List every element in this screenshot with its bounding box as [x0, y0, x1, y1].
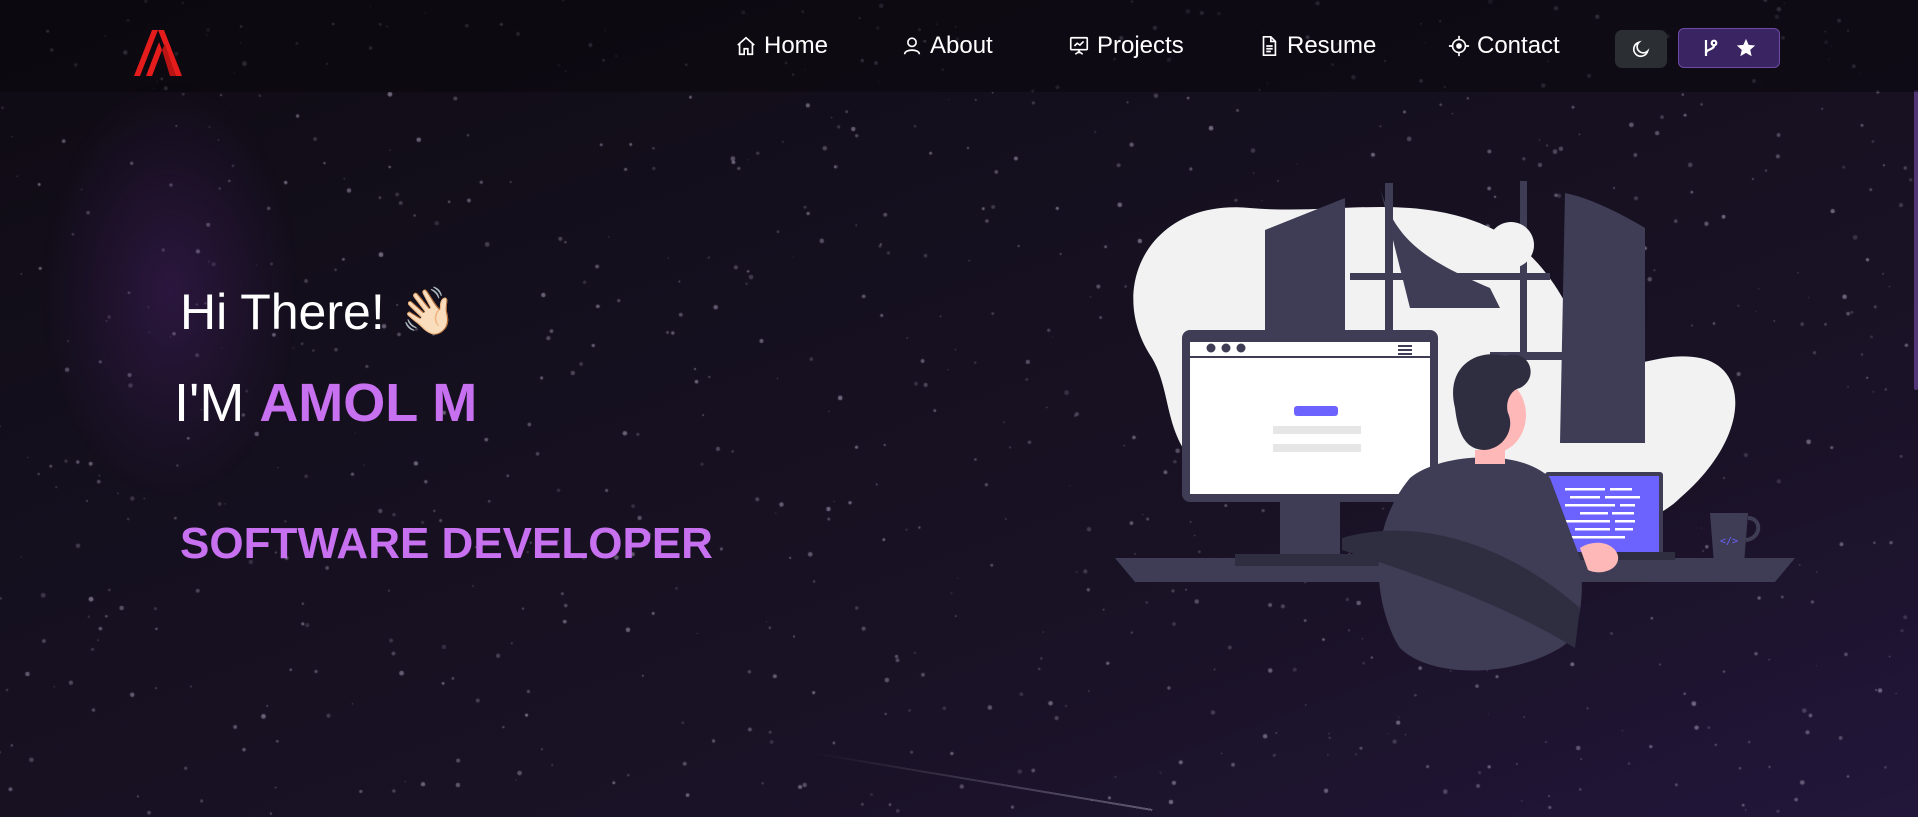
- crosshair-icon: [1448, 35, 1470, 57]
- role-typewriter: SOFTWARE DEVELOPER: [180, 519, 713, 568]
- star-icon: [1736, 38, 1756, 57]
- moon-icon: [1632, 40, 1650, 58]
- nav-about-label: About: [930, 32, 993, 59]
- nav-about[interactable]: About: [901, 26, 1068, 66]
- am-logo[interactable]: [132, 26, 184, 80]
- home-icon: [737, 36, 755, 56]
- hero-name: AMOL M: [259, 373, 478, 433]
- nav-home[interactable]: Home: [735, 26, 901, 66]
- greeting-heading: Hi There! 👋🏻: [180, 282, 459, 342]
- greeting-text: Hi There!: [180, 284, 385, 340]
- nav-contact-label: Contact: [1477, 32, 1560, 59]
- nav-contact[interactable]: Contact: [1448, 26, 1588, 66]
- im-prefix: I'M: [174, 373, 245, 433]
- developer-illustration: </>: [1115, 181, 1795, 671]
- nav-resume[interactable]: Resume: [1258, 26, 1448, 66]
- presentation-icon: [1069, 36, 1089, 55]
- svg-text:</>: </>: [1720, 536, 1738, 547]
- nav-home-label: Home: [764, 32, 829, 59]
- document-icon: [1262, 36, 1277, 56]
- scrollbar[interactable]: [1914, 90, 1918, 390]
- nav-menu: Home About Projects Resume Contact: [735, 26, 1588, 66]
- nav-resume-label: Resume: [1287, 32, 1377, 59]
- github-star-button[interactable]: [1678, 28, 1780, 68]
- nav-projects[interactable]: Projects: [1068, 26, 1258, 66]
- navbar: Home About Projects Resume Contact: [0, 0, 1918, 92]
- wave-emoji: 👋🏻: [395, 282, 460, 342]
- theme-toggle-button[interactable]: [1615, 30, 1667, 68]
- nav-projects-label: Projects: [1097, 32, 1184, 59]
- git-fork-icon: [1704, 39, 1718, 56]
- user-icon: [903, 37, 921, 55]
- name-heading: I'M AMOL M: [174, 372, 477, 434]
